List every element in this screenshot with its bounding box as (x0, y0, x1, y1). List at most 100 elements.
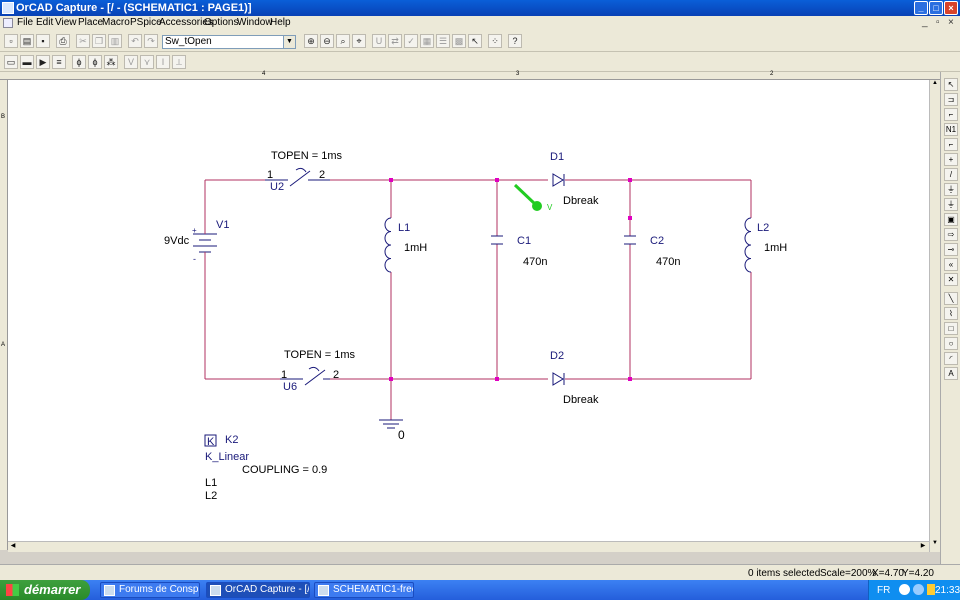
c1-ref-label[interactable]: C1 (517, 235, 531, 247)
d2-model-label[interactable]: Dbreak (563, 394, 599, 406)
place-arc-icon[interactable]: ◜ (944, 352, 958, 365)
place-power-icon[interactable]: ⏚ (944, 183, 958, 196)
bias-voltage-pin-icon[interactable]: ⋎ (140, 55, 154, 69)
network-icon[interactable] (899, 584, 910, 595)
k2-model-label[interactable]: K_Linear (205, 451, 249, 463)
paste-icon[interactable]: ▥ (108, 34, 122, 48)
scroll-right-icon[interactable]: ▶ (918, 542, 928, 552)
u2-topen-label[interactable]: TOPEN = 1ms (271, 150, 343, 162)
volume-icon[interactable] (913, 584, 924, 595)
undo-icon[interactable]: ↶ (128, 34, 142, 48)
l2-value-label[interactable]: 1mH (764, 242, 787, 254)
menu-file[interactable]: File (17, 17, 33, 28)
place-ground-icon[interactable]: ⏚ (944, 198, 958, 211)
place-polyline-icon[interactable]: ⌇ (944, 307, 958, 320)
part-name-combo[interactable]: Sw_tOpen ▼ (162, 35, 296, 49)
chevron-down-icon[interactable]: ▼ (283, 36, 295, 48)
start-button[interactable]: démarrer (0, 580, 90, 600)
vertical-scrollbar[interactable]: ▲ ▼ (929, 80, 940, 552)
menu-macro[interactable]: Macro (102, 17, 130, 28)
menu-options[interactable]: Options (204, 17, 238, 28)
k2-inductor-1-label[interactable]: L1 (205, 477, 217, 489)
marker-voltage-icon[interactable]: ϕ (72, 55, 86, 69)
place-bus-entry-icon[interactable]: / (944, 168, 958, 181)
place-text-icon[interactable]: A (944, 367, 958, 380)
k2-coupling-label[interactable]: COUPLING = 0.9 (242, 464, 327, 476)
select-arrow-icon[interactable]: ↖ (944, 78, 958, 91)
view-results-icon[interactable]: ≡ (52, 55, 66, 69)
drc-icon[interactable]: ✓ (404, 34, 418, 48)
place-bus-icon[interactable]: ⌐ (944, 138, 958, 151)
redo-icon[interactable]: ↷ (144, 34, 158, 48)
cross-ref-icon[interactable]: ▩ (452, 34, 466, 48)
k2-inductor-2-label[interactable]: L2 (205, 490, 217, 502)
print-icon[interactable]: ⎙ (56, 34, 70, 48)
diode-d2[interactable] (552, 372, 565, 386)
l2-ref-label[interactable]: L2 (757, 222, 769, 234)
d1-ref-label[interactable]: D1 (550, 151, 564, 163)
place-junction-icon[interactable]: + (944, 153, 958, 166)
place-ellipse-icon[interactable]: ○ (944, 337, 958, 350)
place-hierarchical-block-icon[interactable]: ▣ (944, 213, 958, 226)
u2-ref-label[interactable]: U2 (270, 181, 284, 193)
taskbar-item-orcad[interactable]: OrCAD Capture - [/ - ... (206, 582, 310, 598)
taskbar-item-schematic[interactable]: SCHEMATIC1-free02... (314, 582, 414, 598)
scroll-left-icon[interactable]: ◀ (8, 542, 18, 552)
l1-value-label[interactable]: 1mH (404, 242, 427, 254)
d1-model-label[interactable]: Dbreak (563, 195, 599, 207)
place-net-alias-icon[interactable]: N1 (944, 123, 958, 136)
marker-power-icon[interactable]: ⁂ (104, 55, 118, 69)
place-port-icon[interactable]: ⇨ (944, 228, 958, 241)
security-icon[interactable] (927, 584, 935, 595)
zoom-area-icon[interactable]: ⌕ (336, 34, 350, 48)
v1-value-label[interactable]: 9Vdc (164, 235, 190, 247)
mdi-restore-button[interactable]: ▫ (936, 17, 940, 28)
u6-ref-label[interactable]: U6 (283, 381, 297, 393)
menu-pspice[interactable]: PSpice (130, 17, 162, 28)
ground-symbol[interactable] (379, 419, 403, 429)
netlist-icon[interactable]: ▦ (420, 34, 434, 48)
k2-ref-label[interactable]: K2 (225, 434, 238, 446)
capacitor-c1[interactable] (491, 235, 503, 245)
inductor-l2[interactable] (744, 217, 752, 273)
back-annotate-icon[interactable]: ⇄ (388, 34, 402, 48)
taskbar-item-forum[interactable]: Forums de Conspirov... (100, 582, 200, 598)
project-manager-icon[interactable]: ↖ (468, 34, 482, 48)
c2-ref-label[interactable]: C2 (650, 235, 664, 247)
inductor-l1[interactable] (384, 217, 392, 273)
place-rectangle-icon[interactable]: □ (944, 322, 958, 335)
menu-help[interactable]: Help (270, 17, 291, 28)
close-button[interactable]: × (944, 1, 958, 15)
bias-current-icon[interactable]: I (156, 55, 170, 69)
schematic-canvas[interactable]: + - V1 9Vdc TOPEN = 1ms 1 2 U2 TOPEN = 1… (8, 80, 940, 541)
edit-simulation-icon[interactable]: ▬ (20, 55, 34, 69)
new-simulation-icon[interactable]: ▭ (4, 55, 18, 69)
zoom-in-icon[interactable]: ⊕ (304, 34, 318, 48)
c2-value-label[interactable]: 470n (656, 256, 680, 268)
capacitor-c2[interactable] (624, 235, 636, 245)
new-icon[interactable]: ▫ (4, 34, 18, 48)
copy-icon[interactable]: ❐ (92, 34, 106, 48)
menu-window[interactable]: Window (237, 17, 273, 28)
snap-grid-icon[interactable]: ⁘ (488, 34, 502, 48)
place-pin-icon[interactable]: ⊸ (944, 243, 958, 256)
doc-icon[interactable] (3, 18, 13, 28)
save-icon[interactable]: ▪ (36, 34, 50, 48)
run-simulation-icon[interactable]: ▶ (36, 55, 50, 69)
u6-topen-label[interactable]: TOPEN = 1ms (284, 349, 356, 361)
bias-voltage-icon[interactable]: V (124, 55, 138, 69)
scroll-down-icon[interactable]: ▼ (930, 540, 940, 550)
l1-ref-label[interactable]: L1 (398, 222, 410, 234)
zoom-all-icon[interactable]: ⌖ (352, 34, 366, 48)
mdi-minimize-button[interactable]: _ (922, 17, 928, 28)
zoom-out-icon[interactable]: ⊖ (320, 34, 334, 48)
menu-place[interactable]: Place (78, 17, 103, 28)
place-line-icon[interactable]: ╲ (944, 292, 958, 305)
place-off-page-connector-icon[interactable]: « (944, 258, 958, 271)
place-wire-icon[interactable]: ⌐ (944, 108, 958, 121)
place-no-connect-icon[interactable]: ✕ (944, 273, 958, 286)
d2-ref-label[interactable]: D2 (550, 350, 564, 362)
orcad-app-icon[interactable] (2, 2, 14, 14)
voltage-probe-marker[interactable] (513, 183, 542, 211)
cut-icon[interactable]: ✂ (76, 34, 90, 48)
